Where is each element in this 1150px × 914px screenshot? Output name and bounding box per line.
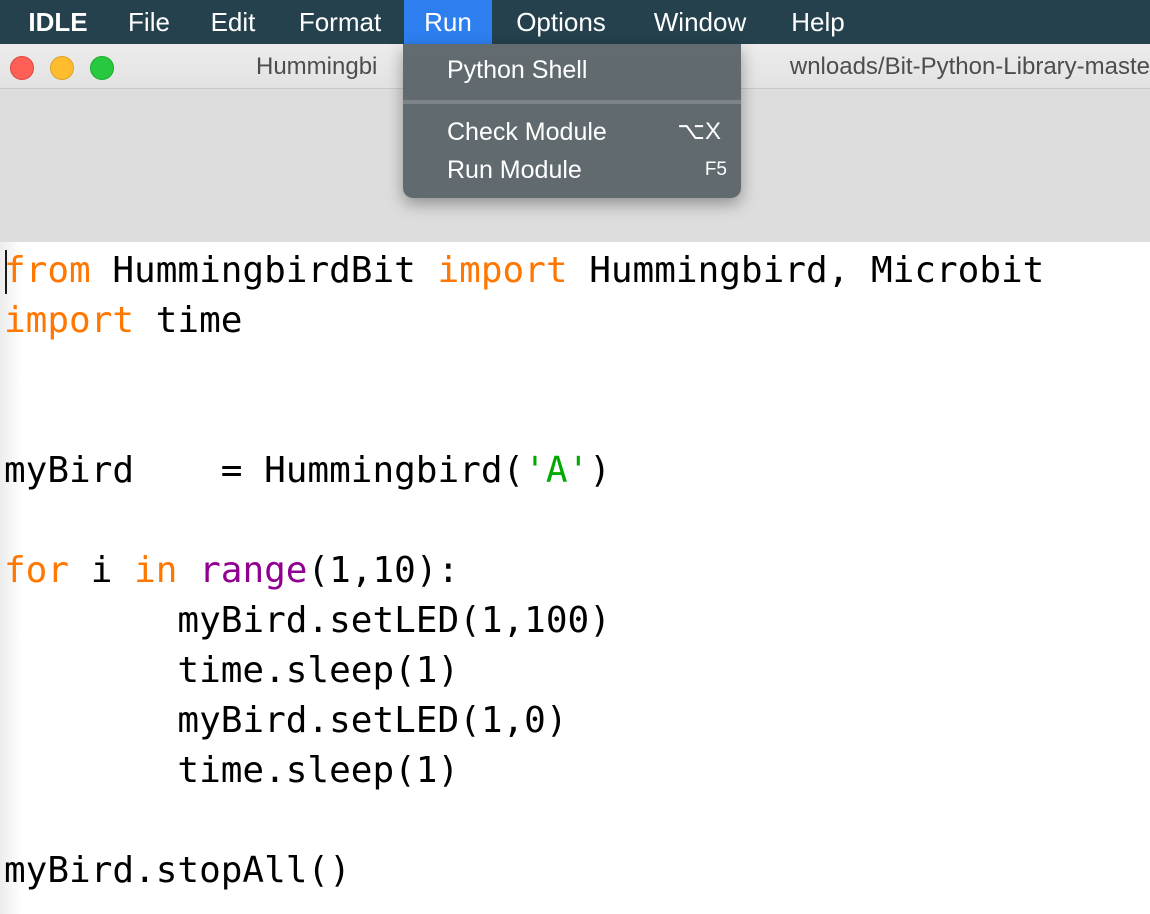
menu-options[interactable]: Options xyxy=(494,0,628,44)
keyword-token: for xyxy=(4,550,70,591)
menu-item-label: Python Shell xyxy=(447,56,588,84)
menu-help[interactable]: Help xyxy=(774,0,862,44)
code-token: time.sleep(1) xyxy=(4,750,460,791)
run-menu-dropdown: Python Shell Check Module ⌥X Run Module … xyxy=(403,44,741,198)
menu-item-run-module[interactable]: Run Module F5 xyxy=(403,151,741,189)
menu-bar: IDLE File Edit Format Run Options Window… xyxy=(0,0,1150,44)
code-line-5: myBird = Hummingbird('A') xyxy=(4,446,611,496)
shortcut-label: F5 xyxy=(704,159,727,180)
menu-item-label: Run Module xyxy=(447,156,582,184)
builtin-token: range xyxy=(199,550,308,591)
keyword-token: in xyxy=(134,550,178,591)
code-line-13: myBird.stopAll() xyxy=(4,846,351,896)
menu-window[interactable]: Window xyxy=(634,0,766,44)
menu-format[interactable]: Format xyxy=(280,0,400,44)
code-line-7: for i in range(1,10): xyxy=(4,546,459,596)
menu-file[interactable]: File xyxy=(112,0,186,44)
code-line-9: time.sleep(1) xyxy=(4,646,459,696)
code-token: HummingbirdBit xyxy=(90,250,438,291)
code-token: myBird = Hummingbird( xyxy=(4,450,525,491)
minimize-icon[interactable] xyxy=(50,56,74,80)
code-token: (1,10): xyxy=(307,550,460,591)
code-token: i xyxy=(69,550,135,591)
menu-item-label: Check Module xyxy=(447,118,607,146)
code-token: myBird.stopAll() xyxy=(4,850,351,891)
menu-app-idle[interactable]: IDLE xyxy=(8,0,108,44)
shortcut-label: ⌥X xyxy=(677,118,721,145)
code-line-11: time.sleep(1) xyxy=(4,746,459,796)
zoom-icon[interactable] xyxy=(90,56,114,80)
code-line-10: myBird.setLED(1,0) xyxy=(4,696,568,746)
code-line-1: from HummingbirdBit import Hummingbird, … xyxy=(4,246,1044,296)
code-token: myBird.setLED(1,100) xyxy=(4,600,611,641)
code-token: time.sleep(1) xyxy=(4,650,460,691)
menu-separator xyxy=(403,100,741,104)
keyword-token: import xyxy=(4,300,135,341)
code-token: Hummingbird, Microbit xyxy=(567,250,1045,291)
keyword-token: import xyxy=(437,250,568,291)
code-line-2: import time xyxy=(4,296,242,346)
code-editor[interactable]: from HummingbirdBit import Hummingbird, … xyxy=(0,242,1150,914)
close-icon[interactable] xyxy=(10,56,34,80)
menu-item-python-shell[interactable]: Python Shell xyxy=(403,51,741,89)
keyword-token: from xyxy=(4,250,91,291)
string-token: 'A' xyxy=(524,450,590,491)
menu-run[interactable]: Run xyxy=(404,0,492,44)
code-token: time xyxy=(134,300,243,341)
code-line-8: myBird.setLED(1,100) xyxy=(4,596,611,646)
menu-item-check-module[interactable]: Check Module ⌥X xyxy=(403,113,741,151)
menu-edit[interactable]: Edit xyxy=(192,0,274,44)
code-token: myBird.setLED(1,0) xyxy=(4,700,568,741)
code-token: ) xyxy=(589,450,611,491)
